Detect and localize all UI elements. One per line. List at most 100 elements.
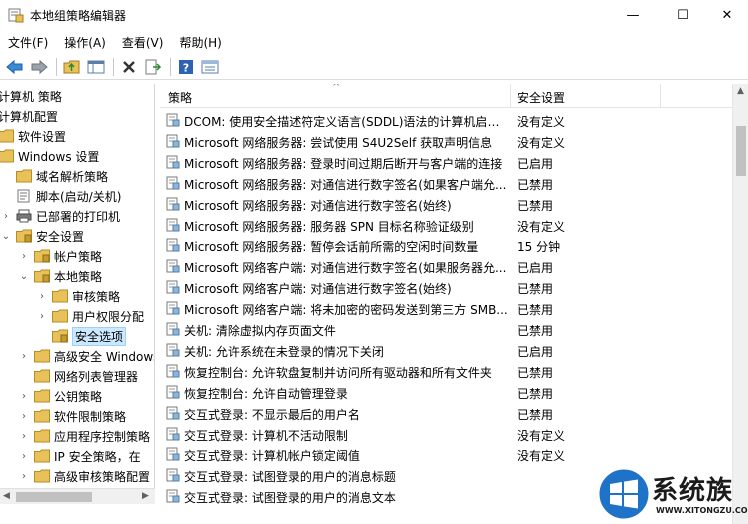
policy-name: 关机: 清除虚拟内存页面文件 xyxy=(184,324,336,338)
folder-icon xyxy=(34,409,50,423)
toolbar-separator xyxy=(170,57,171,76)
tree-item[interactable]: 脚本(启动/关机) xyxy=(0,186,121,206)
tree-item[interactable]: 网络列表管理器 xyxy=(18,366,138,386)
folder-icon xyxy=(34,349,50,363)
chevron-right-icon[interactable]: › xyxy=(18,410,30,422)
tree-item[interactable]: 计算机 策略 xyxy=(0,86,62,106)
tree-item-label: 安全设置 xyxy=(36,229,85,244)
help-icon[interactable]: ? xyxy=(175,56,197,78)
tree-item[interactable]: › 公钥策略 xyxy=(18,386,102,406)
policy-security-setting: 没有定义 xyxy=(517,428,566,443)
chevron-down-icon[interactable]: ⌄ xyxy=(18,270,30,282)
policy-row[interactable]: Microsoft 网络服务器: 服务器 SPN 目标名称验证级别 没有定义 xyxy=(160,215,732,236)
policy-row[interactable]: Microsoft 网络服务器: 暂停会话前所需的空闲时间数量 15 分钟 xyxy=(160,235,732,256)
close-button[interactable]: ✕ xyxy=(704,0,748,30)
policy-row[interactable]: 关机: 允许系统在未登录的情况下关闭 已启用 xyxy=(160,340,732,361)
column-divider[interactable] xyxy=(660,84,661,108)
delete-icon[interactable] xyxy=(118,56,140,78)
folder-icon xyxy=(52,289,68,303)
tree-item[interactable]: 计算机配置 xyxy=(0,106,58,126)
tree-item[interactable]: 软件设置 xyxy=(0,126,66,146)
policy-setting-icon xyxy=(166,113,180,127)
minimize-button[interactable]: — xyxy=(610,0,656,30)
properties-icon[interactable] xyxy=(199,56,221,78)
chevron-right-icon[interactable]: › xyxy=(36,310,48,322)
navigation-tree: 计算机 策略计算机配置软件设置 Windows 设置 域名解析策略脚本(启动/关机)… xyxy=(0,84,155,504)
back-arrow-icon[interactable] xyxy=(4,56,26,78)
tree-item-label: 脚本(启动/关机) xyxy=(36,189,122,204)
tree-item[interactable]: › 审核策略 xyxy=(36,286,120,306)
chevron-right-icon[interactable]: › xyxy=(18,430,30,442)
tree-item[interactable]: › 应用程序控制策略 xyxy=(18,426,150,446)
scrollbar-thumb[interactable] xyxy=(16,492,92,502)
policy-setting-icon xyxy=(166,489,180,503)
scroll-left-icon[interactable]: ◀ xyxy=(3,491,10,501)
show-hide-tree-icon[interactable] xyxy=(85,56,107,78)
chevron-placeholder xyxy=(0,170,12,182)
policy-name: 交互式登录: 试图登录的用户的消息文本 xyxy=(184,491,396,506)
policy-row[interactable]: 关机: 清除虚拟内存页面文件 已禁用 xyxy=(160,319,732,340)
chevron-right-icon[interactable]: › xyxy=(18,450,30,462)
list-vertical-scrollbar[interactable]: ▲ xyxy=(732,84,748,524)
policy-name: Microsoft 网络服务器: 对通信进行数字签名(如果客户端允... xyxy=(184,177,507,192)
chevron-right-icon[interactable]: › xyxy=(0,210,12,222)
chevron-right-icon[interactable]: › xyxy=(18,250,30,262)
tree-item[interactable]: › 高级安全 Windows xyxy=(18,346,154,366)
folder-icon xyxy=(34,469,50,483)
forward-arrow-icon[interactable] xyxy=(28,56,50,78)
scroll-right-icon[interactable]: ▶ xyxy=(142,491,149,501)
policy-row[interactable]: Microsoft 网络客户端: 将未加密的密码发送到第三方 SMB... 已禁用 xyxy=(160,298,732,319)
tree-item[interactable]: Windows 设置 xyxy=(0,146,99,166)
title-bar: 本地组策略编辑器 — ☐ ✕ xyxy=(0,0,748,30)
policy-row[interactable]: Microsoft 网络客户端: 对通信进行数字签名(始终) 已禁用 xyxy=(160,277,732,298)
export-list-icon[interactable] xyxy=(142,56,164,78)
menu-action[interactable]: 操作(A) xyxy=(56,32,114,52)
policy-row[interactable]: 恢复控制台: 允许软盘复制并访问所有驱动器和所有文件夹 已禁用 xyxy=(160,361,732,382)
tree-item[interactable]: › 用户权限分配 xyxy=(36,306,144,326)
tree-item[interactable]: › 帐户策略 xyxy=(18,246,102,266)
tree-item[interactable]: 安全选项 xyxy=(36,326,127,346)
scroll-up-icon[interactable]: ▲ xyxy=(737,86,744,96)
column-header-security-setting[interactable]: 安全设置 xyxy=(517,89,565,106)
policy-row[interactable]: Microsoft 网络服务器: 对通信进行数字签名(如果客户端允... 已禁用 xyxy=(160,173,732,194)
column-divider[interactable] xyxy=(510,84,511,108)
policy-row[interactable]: Microsoft 网络服务器: 登录时间过期后断开与客户端的连接 已启用 xyxy=(160,152,732,173)
chevron-right-icon[interactable]: › xyxy=(36,290,48,302)
policy-row[interactable]: 交互式登录: 计算机不活动限制 没有定义 xyxy=(160,424,732,445)
folder-icon xyxy=(52,329,68,343)
chevron-down-icon[interactable]: ⌄ xyxy=(0,230,12,242)
chevron-right-icon[interactable]: › xyxy=(18,470,30,482)
tree-item[interactable]: ⌄ 本地策略 xyxy=(18,266,102,286)
tree-item-label: 应用程序控制策略 xyxy=(54,429,151,444)
policy-setting-icon xyxy=(166,427,180,440)
policy-row[interactable]: 交互式登录: 不显示最后的用户名 已禁用 xyxy=(160,403,732,424)
policy-security-setting: 已禁用 xyxy=(517,324,554,338)
up-folder-icon[interactable] xyxy=(61,56,83,78)
policy-list-pane: ^ 策略 安全设置 DCOM: 使用安全描述符定义语言(SDDL)语法的计算机启… xyxy=(160,84,748,524)
policy-security-setting: 没有定义 xyxy=(517,449,566,464)
policy-setting-icon xyxy=(166,197,180,211)
policy-row[interactable]: DCOM: 使用安全描述符定义语言(SDDL)语法的计算机启动... 没有定义 xyxy=(160,110,732,131)
chevron-right-icon[interactable]: › xyxy=(18,350,30,362)
tree-item[interactable]: ⌄ 安全设置 xyxy=(0,226,84,246)
policy-row[interactable]: Microsoft 网络客户端: 对通信进行数字签名(如果服务器允... 已启用 xyxy=(160,256,732,277)
policy-row[interactable]: 恢复控制台: 允许自动管理登录 已禁用 xyxy=(160,382,732,403)
maximize-button[interactable]: ☐ xyxy=(660,0,706,30)
menu-help[interactable]: 帮助(H) xyxy=(171,32,229,52)
tree-item-label: 计算机配置 xyxy=(0,109,59,124)
policy-row[interactable]: Microsoft 网络服务器: 尝试使用 S4U2Self 获取声明信息 没有定… xyxy=(160,131,732,152)
chevron-right-icon[interactable]: › xyxy=(18,390,30,402)
tree-item[interactable]: › 软件限制策略 xyxy=(18,406,126,426)
menu-file[interactable]: 文件(F) xyxy=(0,32,56,52)
scrollbar-thumb[interactable] xyxy=(736,126,746,176)
tree-item[interactable]: › 高级审核策略配置 xyxy=(18,466,150,486)
column-header-policy[interactable]: 策略 xyxy=(168,89,192,106)
tree-item[interactable]: › IP 安全策略，在 xyxy=(18,446,141,466)
tree-item[interactable]: 域名解析策略 xyxy=(0,166,108,186)
policy-row[interactable]: 交互式登录: 计算机帐户锁定阈值 没有定义 xyxy=(160,444,732,465)
policy-name: 关机: 允许系统在未登录的情况下关闭 xyxy=(184,344,384,359)
menu-view[interactable]: 查看(V) xyxy=(114,32,172,52)
tree-item[interactable]: › 已部署的打印机 xyxy=(0,206,120,226)
policy-row[interactable]: Microsoft 网络服务器: 对通信进行数字签名(始终) 已禁用 xyxy=(160,194,732,215)
tree-horizontal-scrollbar[interactable]: ◀ ▶ xyxy=(0,488,155,504)
